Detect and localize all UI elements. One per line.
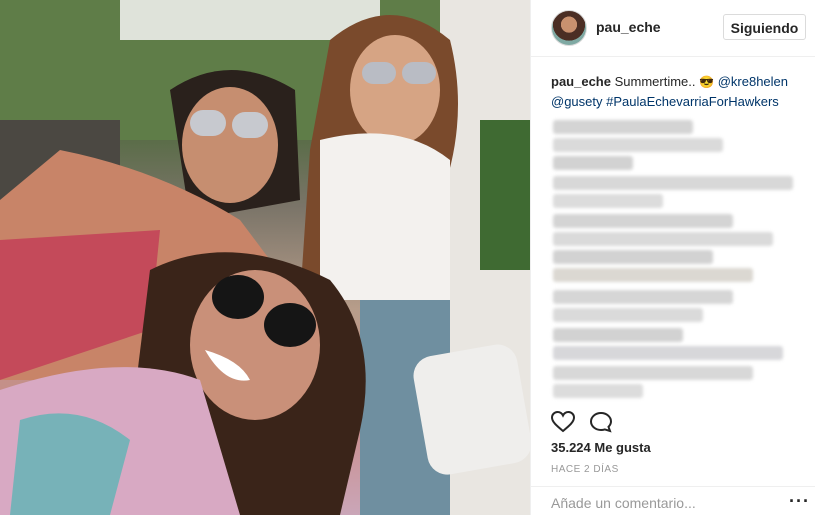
post-header: pau_eche Siguiendo <box>531 0 815 57</box>
blurred-comment-line <box>553 268 753 282</box>
blurred-comment-line <box>553 176 793 190</box>
photo-illustration <box>0 0 530 515</box>
comment-input[interactable] <box>551 493 751 513</box>
blurred-comment-line <box>553 194 663 208</box>
header-username[interactable]: pau_eche <box>596 19 661 35</box>
blurred-comment-line <box>553 308 703 322</box>
blurred-comment-line <box>553 232 773 246</box>
mention-link-2[interactable]: @gusety <box>551 94 603 109</box>
hashtag-link[interactable]: #PaulaEchevarriaForHawkers <box>606 94 779 109</box>
blurred-comment-line <box>553 346 783 360</box>
likes-count[interactable]: 35.224 Me gusta <box>551 440 651 455</box>
blurred-comment-line <box>553 156 633 170</box>
caption-username[interactable]: pau_eche <box>551 74 611 89</box>
more-options-button[interactable]: ··· <box>789 491 810 512</box>
comment-icon[interactable] <box>589 411 613 438</box>
post-photo[interactable] <box>0 0 530 515</box>
blurred-comment-line <box>553 138 723 152</box>
sunglasses-emoji-icon: 😎 <box>699 75 715 89</box>
post-side-panel: pau_eche Siguiendo pau_eche Summertime..… <box>530 0 815 515</box>
heart-icon[interactable] <box>550 410 576 438</box>
blurred-comment-line <box>553 120 693 134</box>
caption-text: Summertime.. <box>614 74 696 89</box>
post-caption: pau_eche Summertime.. 😎 @kre8helen @guse… <box>551 72 801 112</box>
post-date: HACE 2 DÍAS <box>551 464 619 475</box>
following-button[interactable]: Siguiendo <box>723 14 806 40</box>
blurred-comment-line <box>553 366 753 380</box>
mention-link-1[interactable]: @kre8helen <box>718 74 788 89</box>
blurred-comment-line <box>553 328 683 342</box>
blurred-comment-line <box>553 250 713 264</box>
blurred-comment-line <box>553 384 643 398</box>
blurred-comment-line <box>553 214 733 228</box>
avatar[interactable] <box>551 10 587 46</box>
comment-box: ··· <box>531 486 815 516</box>
blurred-comment-line <box>553 290 733 304</box>
